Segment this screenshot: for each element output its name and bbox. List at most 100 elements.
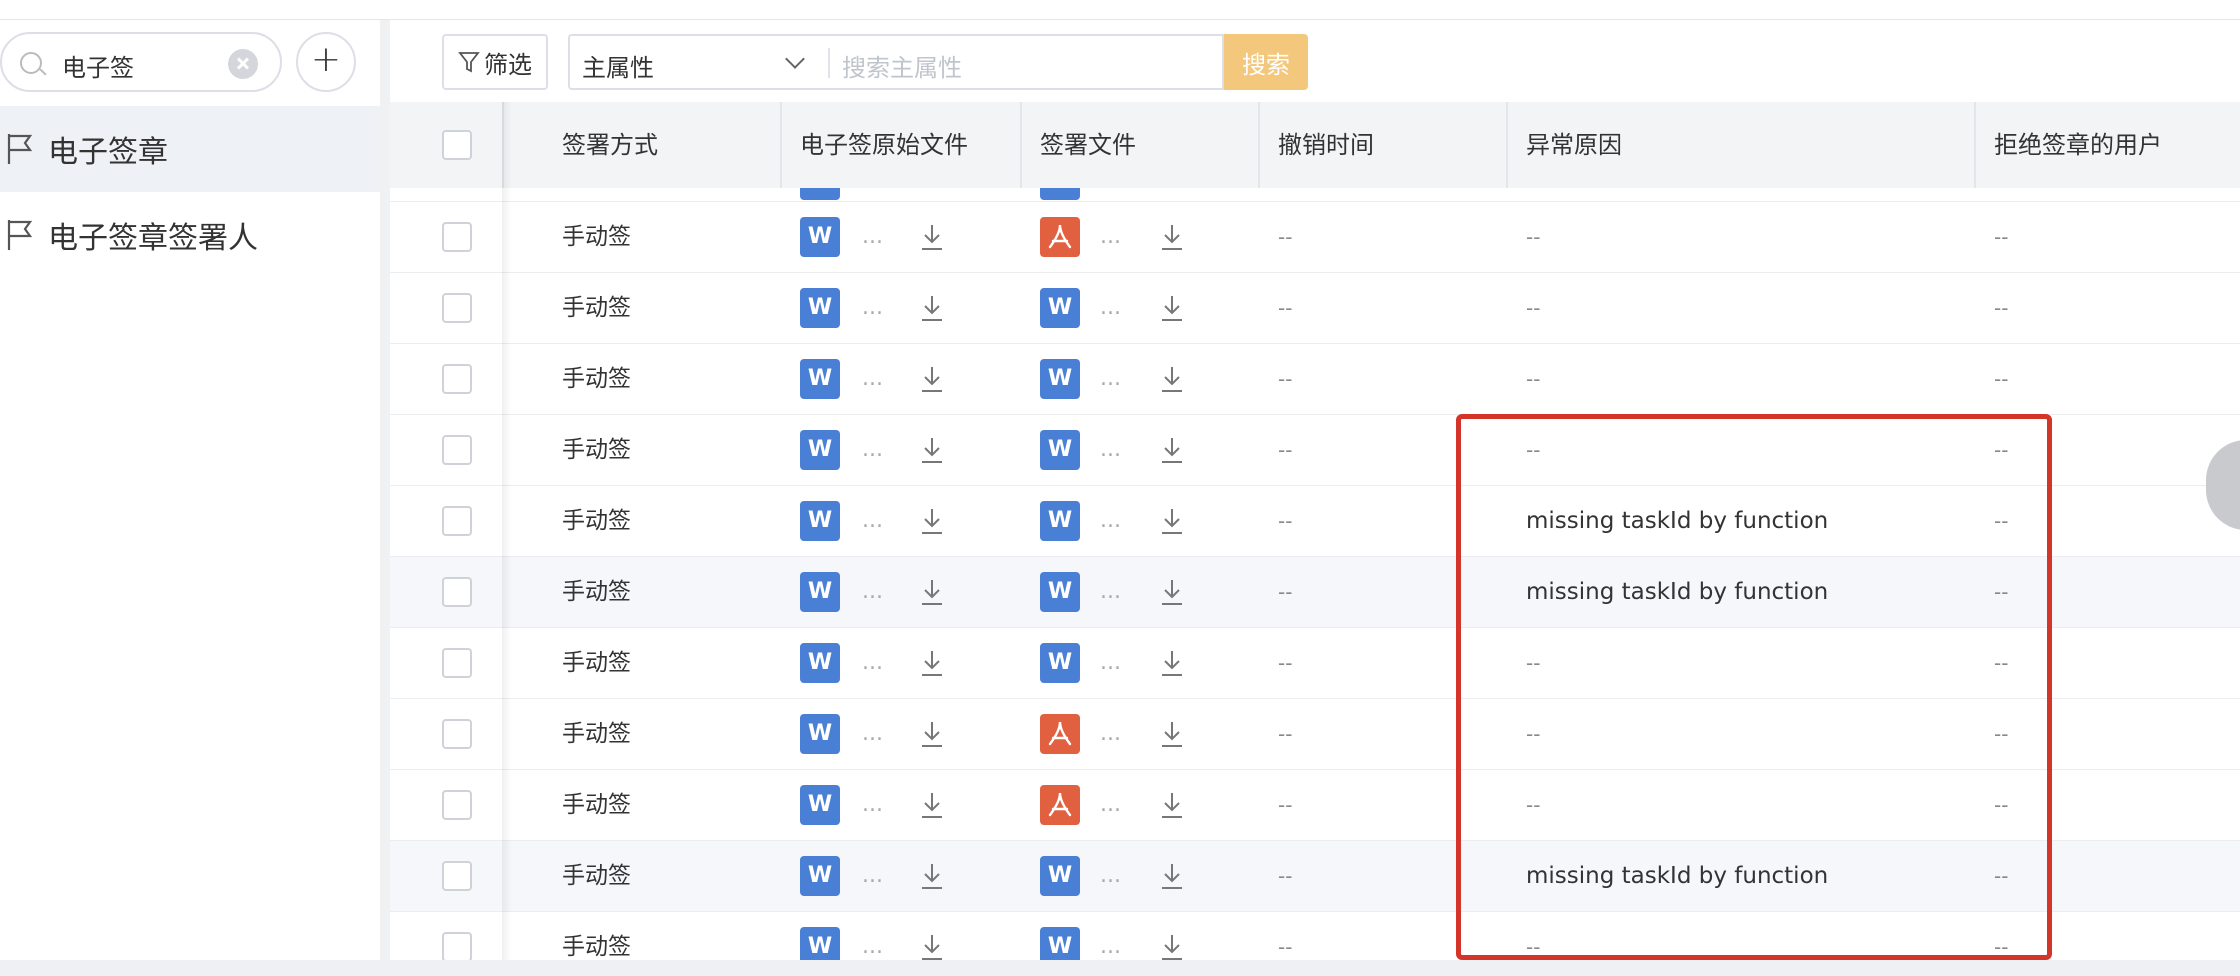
download-icon[interactable]: [1158, 719, 1186, 749]
download-icon[interactable]: [918, 364, 946, 394]
more-icon[interactable]: ...: [862, 699, 883, 769]
sidebar-search-input[interactable]: 电子签: [0, 32, 282, 92]
more-icon[interactable]: ...: [862, 486, 883, 556]
download-icon[interactable]: [918, 577, 946, 607]
table-row[interactable]: 手动签 W... W... -- -- --: [390, 415, 2240, 486]
select-all-checkbox[interactable]: [442, 130, 472, 160]
word-file-icon[interactable]: W: [800, 217, 840, 257]
word-file-icon[interactable]: W: [800, 856, 840, 896]
more-icon[interactable]: ...: [1100, 415, 1121, 485]
word-file-icon[interactable]: W: [1040, 288, 1080, 328]
table-row[interactable]: 手动签 W... W... -- -- --: [390, 273, 2240, 344]
more-icon[interactable]: ...: [862, 841, 883, 911]
download-icon[interactable]: [1158, 222, 1186, 252]
table-row[interactable]: 手动签 W... W... -- missing taskId by function -…: [390, 557, 2240, 628]
row-checkbox[interactable]: [442, 435, 472, 465]
more-icon[interactable]: ...: [1100, 557, 1121, 627]
more-icon[interactable]: ...: [1100, 770, 1121, 840]
word-file-icon[interactable]: W: [1040, 927, 1080, 960]
download-icon[interactable]: [918, 932, 946, 960]
download-icon[interactable]: [918, 435, 946, 465]
filter-button[interactable]: 筛选: [442, 34, 548, 90]
word-file-icon[interactable]: W: [800, 359, 840, 399]
download-icon[interactable]: [918, 719, 946, 749]
more-icon[interactable]: ...: [862, 770, 883, 840]
download-icon[interactable]: [1158, 364, 1186, 394]
row-checkbox[interactable]: [442, 790, 472, 820]
word-file-icon[interactable]: W: [800, 643, 840, 683]
more-icon[interactable]: ...: [1100, 486, 1121, 556]
word-file-icon[interactable]: W: [800, 430, 840, 470]
more-icon[interactable]: ...: [862, 344, 883, 414]
download-icon[interactable]: [918, 506, 946, 536]
column-header-original-file[interactable]: 电子签原始文件: [800, 102, 968, 188]
pdf-file-icon[interactable]: [1040, 217, 1080, 257]
more-icon[interactable]: ...: [862, 557, 883, 627]
column-header-error-reason[interactable]: 异常原因: [1526, 102, 1622, 188]
attribute-select[interactable]: 主属性: [568, 34, 828, 90]
sidebar-item-e-seal[interactable]: 电子签章: [0, 106, 380, 192]
download-icon[interactable]: [1158, 648, 1186, 678]
row-checkbox[interactable]: [442, 932, 472, 960]
search-button[interactable]: 搜索: [1224, 34, 1308, 90]
more-icon[interactable]: ...: [1100, 202, 1121, 272]
download-icon[interactable]: [918, 648, 946, 678]
more-icon[interactable]: ...: [862, 912, 883, 960]
row-checkbox[interactable]: [442, 293, 472, 323]
word-file-icon[interactable]: W: [1040, 643, 1080, 683]
word-file-icon[interactable]: W: [800, 927, 840, 960]
download-icon[interactable]: [1158, 293, 1186, 323]
table-row[interactable]: 手动签 W...... -- -- --: [390, 699, 2240, 770]
column-header-reject-user[interactable]: 拒绝签章的用户: [1994, 102, 2162, 188]
table-row[interactable]: 手动签 W... W... -- -- --: [390, 628, 2240, 699]
download-icon[interactable]: [1158, 435, 1186, 465]
word-file-icon[interactable]: W: [800, 572, 840, 612]
word-file-icon[interactable]: W: [1040, 856, 1080, 896]
table-row[interactable]: 手动签 W... W... -- -- --: [390, 344, 2240, 415]
word-file-icon[interactable]: W: [800, 785, 840, 825]
row-checkbox[interactable]: [442, 648, 472, 678]
table-row[interactable]: 手动签 W...... -- -- --: [390, 202, 2240, 273]
download-icon[interactable]: [1158, 506, 1186, 536]
word-file-icon[interactable]: W: [800, 501, 840, 541]
table-row[interactable]: 手动签 W... W... -- missing taskId by function -…: [390, 841, 2240, 912]
word-file-icon[interactable]: W: [1040, 359, 1080, 399]
more-icon[interactable]: ...: [862, 273, 883, 343]
column-header-revoke-time[interactable]: 撤销时间: [1278, 102, 1374, 188]
download-icon[interactable]: [918, 861, 946, 891]
pdf-file-icon[interactable]: [1040, 714, 1080, 754]
download-icon[interactable]: [918, 790, 946, 820]
column-header-signed-file[interactable]: 签署文件: [1040, 102, 1136, 188]
add-button[interactable]: +: [296, 32, 356, 92]
row-checkbox[interactable]: [442, 719, 472, 749]
more-icon[interactable]: ...: [862, 628, 883, 698]
download-icon[interactable]: [1158, 790, 1186, 820]
more-icon[interactable]: ...: [1100, 912, 1121, 960]
row-checkbox[interactable]: [442, 506, 472, 536]
sidebar-item-e-seal-signer[interactable]: 电子签章签署人: [0, 192, 380, 278]
more-icon[interactable]: ...: [1100, 273, 1121, 343]
table-row[interactable]: 手动签 W... W... -- missing taskId by function -…: [390, 486, 2240, 557]
attribute-search-input[interactable]: 搜索主属性: [828, 34, 1224, 90]
more-icon[interactable]: ...: [862, 202, 883, 272]
download-icon[interactable]: [918, 293, 946, 323]
table-row[interactable]: 手动签 W...... -- -- --: [390, 770, 2240, 841]
table-row[interactable]: 手动签 W... W... -- -- --: [390, 912, 2240, 960]
more-icon[interactable]: ...: [1100, 344, 1121, 414]
more-icon[interactable]: ...: [1100, 628, 1121, 698]
word-file-icon[interactable]: W: [1040, 501, 1080, 541]
more-icon[interactable]: ...: [1100, 699, 1121, 769]
word-file-icon[interactable]: W: [800, 288, 840, 328]
pdf-file-icon[interactable]: [1040, 785, 1080, 825]
row-checkbox[interactable]: [442, 577, 472, 607]
row-checkbox[interactable]: [442, 861, 472, 891]
row-checkbox[interactable]: [442, 222, 472, 252]
word-file-icon[interactable]: W: [1040, 430, 1080, 470]
column-header-sign-method[interactable]: 签署方式: [562, 102, 658, 188]
row-checkbox[interactable]: [442, 364, 472, 394]
word-file-icon[interactable]: W: [800, 714, 840, 754]
word-file-icon[interactable]: W: [1040, 572, 1080, 612]
more-icon[interactable]: ...: [862, 415, 883, 485]
more-icon[interactable]: ...: [1100, 841, 1121, 911]
download-icon[interactable]: [1158, 577, 1186, 607]
